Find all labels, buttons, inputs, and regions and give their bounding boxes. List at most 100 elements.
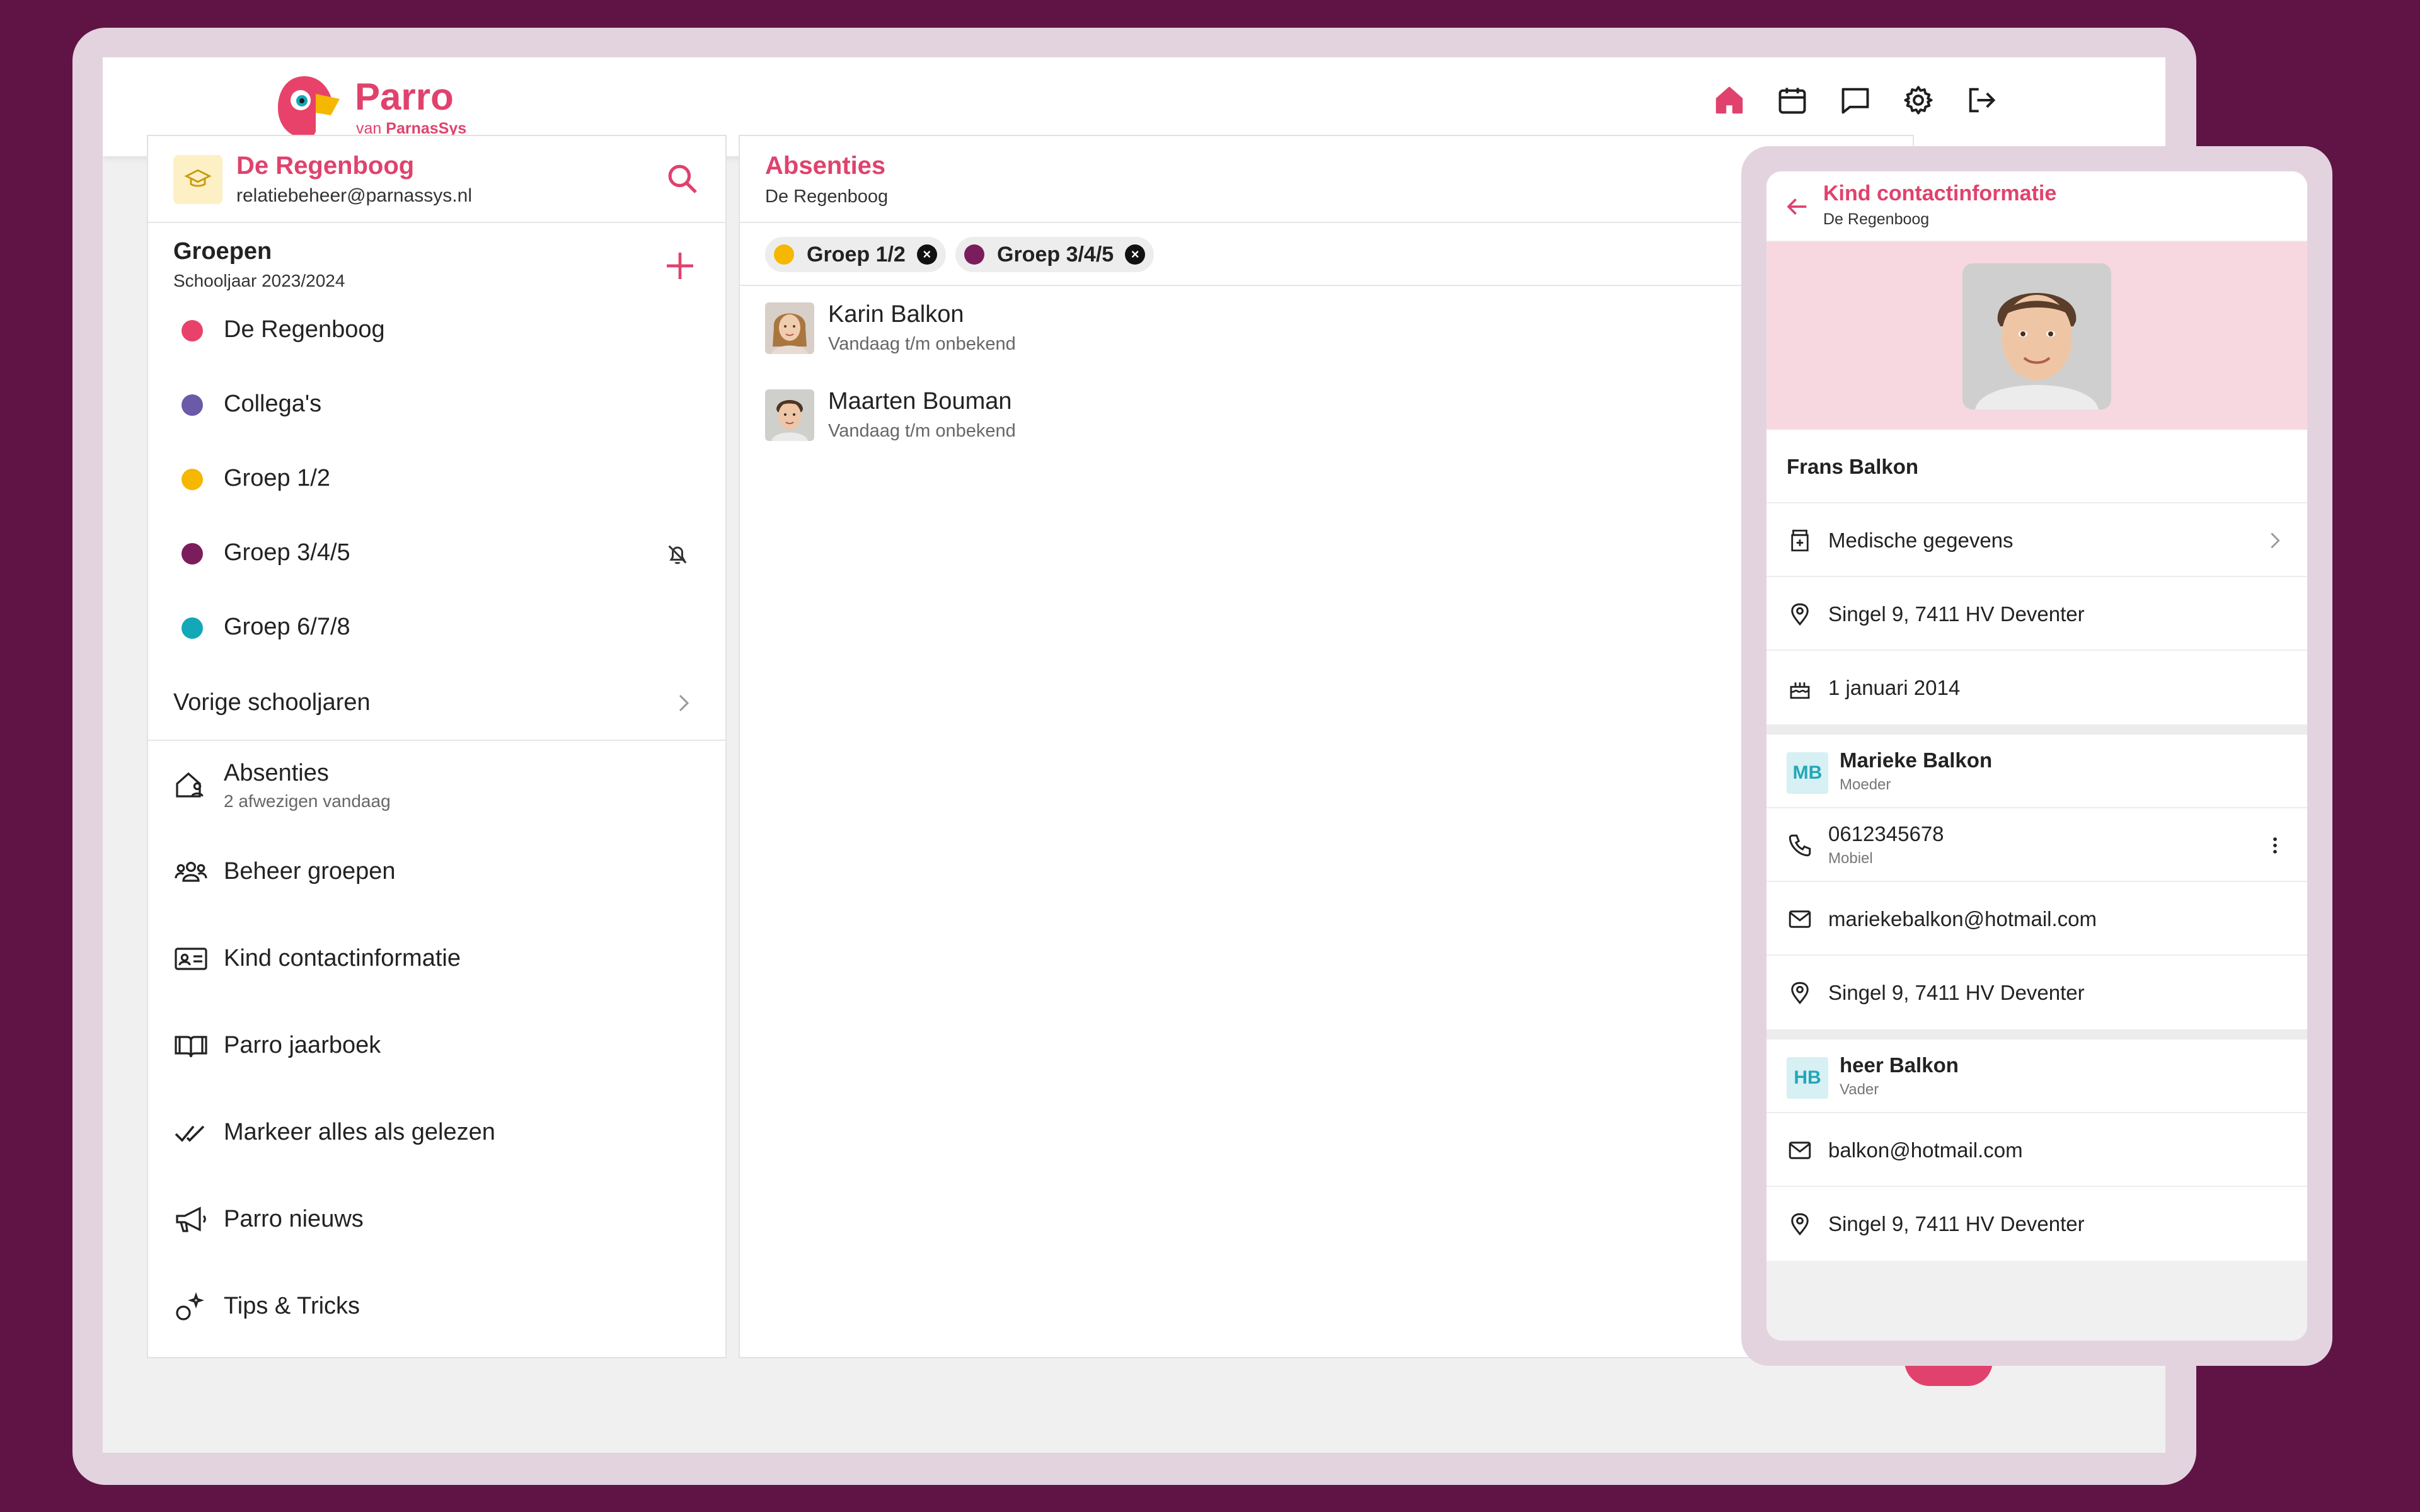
absences-subtitle: De Regenboog <box>765 186 889 207</box>
location-pin-icon <box>1791 603 1809 626</box>
top-nav <box>1713 84 1998 117</box>
chip-label: Groep 1/2 <box>807 242 906 266</box>
father-name: heer Balkon <box>1840 1053 1959 1077</box>
group-item-collegas[interactable]: Collega's <box>148 367 725 441</box>
father-role: Vader <box>1840 1081 1879 1098</box>
mother-address-row: Singel 9, 7411 HV Deventer <box>1766 956 2307 1029</box>
add-group-icon[interactable] <box>662 248 698 284</box>
father-email: balkon@hotmail.com <box>1828 1138 2023 1162</box>
logout-icon[interactable] <box>1965 84 1998 117</box>
double-check-icon <box>175 1125 205 1142</box>
mother-phone: 0612345678 <box>1828 822 1944 845</box>
menu-item-beheer-groepen[interactable]: Beheer groepen <box>148 828 725 915</box>
more-vertical-icon[interactable] <box>2264 832 2286 859</box>
mother-initials: MB <box>1787 752 1828 794</box>
mother-row: MB Marieke Balkon Moeder <box>1766 735 2307 808</box>
absence-period: Vandaag t/m onbekend <box>828 334 1016 354</box>
father-email-row[interactable]: balkon@hotmail.com <box>1766 1113 2307 1187</box>
absences-panel: Absenties De Regenboog Groep 1/2 × Groep… <box>739 135 1914 1358</box>
school-badge <box>173 155 222 204</box>
calendar-icon[interactable] <box>1776 84 1809 117</box>
house-person-icon <box>176 772 204 798</box>
menu-item-parro-nieuws[interactable]: Parro nieuws <box>148 1176 725 1263</box>
menu-item-markeer-gelezen[interactable]: Markeer alles als gelezen <box>148 1089 725 1176</box>
mother-email-row[interactable]: mariekebalkon@hotmail.com <box>1766 882 2307 956</box>
child-birthday: 1 januari 2014 <box>1828 676 1961 699</box>
chip-label: Groep 3/4/5 <box>997 242 1114 266</box>
group-item-groep-1-2[interactable]: Groep 1/2 <box>148 441 725 515</box>
previous-years-label: Vorige schooljaren <box>173 689 371 716</box>
birthday-cake-icon <box>1790 682 1810 699</box>
child-photo-band <box>1766 242 2307 430</box>
school-year: Schooljaar 2023/2024 <box>173 271 345 290</box>
child-photo <box>1962 263 2111 410</box>
chip-color-dot <box>774 244 794 265</box>
filter-chip-groep-3-4-5[interactable]: Groep 3/4/5 × <box>955 237 1155 272</box>
chat-icon[interactable] <box>1839 84 1872 117</box>
school-header: De Regenboog relatiebeheer@parnassys.nl <box>148 136 725 223</box>
mother-phone-type: Mobiel <box>1828 850 1873 867</box>
menu-item-kind-contactinformatie[interactable]: Kind contactinformatie <box>148 915 725 1002</box>
mother-section: MB Marieke Balkon Moeder 0612345678 Mobi… <box>1766 735 2307 1029</box>
father-row: HB heer Balkon Vader <box>1766 1040 2307 1113</box>
group-color-dot <box>182 617 203 639</box>
parro-logo[interactable]: Parro van ParnasSys <box>273 71 525 142</box>
father-address: Singel 9, 7411 HV Deventer <box>1828 1212 2085 1235</box>
absence-row[interactable]: Karin Balkon Vandaag t/m onbekend <box>740 286 1913 373</box>
menu-sublabel: 2 afwezigen vandaag <box>224 791 391 811</box>
child-contact-card: Kind contactinformatie De Regenboog Fran… <box>1766 171 2307 1341</box>
people-icon <box>175 862 207 882</box>
group-color-dot <box>182 543 203 564</box>
menu-label: Parro jaarboek <box>224 1032 381 1058</box>
school-name: De Regenboog <box>236 152 415 180</box>
card-title: Kind contactinformatie <box>1823 181 2057 205</box>
group-item-groep-3-4-5[interactable]: Groep 3/4/5 <box>148 515 725 590</box>
location-pin-icon <box>1791 982 1809 1005</box>
menu-item-parro-jaarboek[interactable]: Parro jaarboek <box>148 1002 725 1089</box>
person-name: Maarten Bouman <box>828 388 1012 415</box>
menu-label: Tips & Tricks <box>224 1293 360 1319</box>
mother-email: mariekebalkon@hotmail.com <box>1828 907 2097 931</box>
menu-label: Parro nieuws <box>224 1206 364 1232</box>
medical-icon <box>1791 529 1809 552</box>
megaphone-icon <box>176 1206 206 1232</box>
group-item-de-regenboog[interactable]: De Regenboog <box>148 292 725 367</box>
back-arrow-icon[interactable] <box>1785 194 1811 219</box>
previous-school-years[interactable]: Vorige schooljaren <box>148 664 725 741</box>
mother-role: Moeder <box>1840 776 1891 793</box>
father-address-row: Singel 9, 7411 HV Deventer <box>1766 1187 2307 1261</box>
mother-phone-row[interactable]: 0612345678 Mobiel <box>1766 808 2307 882</box>
menu-item-tips-tricks[interactable]: Tips & Tricks <box>148 1263 725 1349</box>
group-label: De Regenboog <box>224 316 385 343</box>
location-pin-icon <box>1791 1213 1809 1236</box>
remove-filter-icon[interactable]: × <box>916 244 937 265</box>
email-icon <box>1789 1142 1811 1159</box>
settings-icon[interactable] <box>1902 84 1935 117</box>
medical-info-row[interactable]: Medische gegevens <box>1766 503 2307 577</box>
search-icon[interactable] <box>665 161 700 197</box>
group-color-dot <box>182 469 203 490</box>
child-name-row: Frans Balkon <box>1766 430 2307 503</box>
menu-item-absenties[interactable]: Absenties 2 afwezigen vandaag <box>148 741 725 828</box>
group-label: Groep 3/4/5 <box>224 539 350 566</box>
avatar <box>765 302 814 354</box>
group-color-dot <box>182 320 203 341</box>
book-icon <box>175 1036 207 1058</box>
filter-chips: Groep 1/2 × Groep 3/4/5 × <box>740 223 1913 286</box>
home-icon[interactable] <box>1713 84 1746 117</box>
menu-label: Kind contactinformatie <box>224 945 461 971</box>
group-label: Groep 6/7/8 <box>224 614 350 640</box>
remove-filter-icon[interactable]: × <box>1125 244 1146 265</box>
medical-label: Medische gegevens <box>1828 529 2014 552</box>
parrot-logo-icon <box>278 76 340 138</box>
absence-row[interactable]: Maarten Bouman Vandaag t/m onbekend <box>740 373 1913 460</box>
card-header: Kind contactinformatie De Regenboog <box>1766 171 2307 242</box>
group-item-groep-6-7-8[interactable]: Groep 6/7/8 <box>148 590 725 664</box>
group-label: Groep 1/2 <box>224 465 330 491</box>
filter-chip-groep-1-2[interactable]: Groep 1/2 × <box>765 237 946 272</box>
sidebar-panel: De Regenboog relatiebeheer@parnassys.nl … <box>147 135 727 1358</box>
father-initials: HB <box>1787 1057 1828 1099</box>
chevron-right-icon <box>679 694 689 712</box>
groups-title: Groepen <box>173 238 272 265</box>
phone-icon <box>1789 834 1811 857</box>
